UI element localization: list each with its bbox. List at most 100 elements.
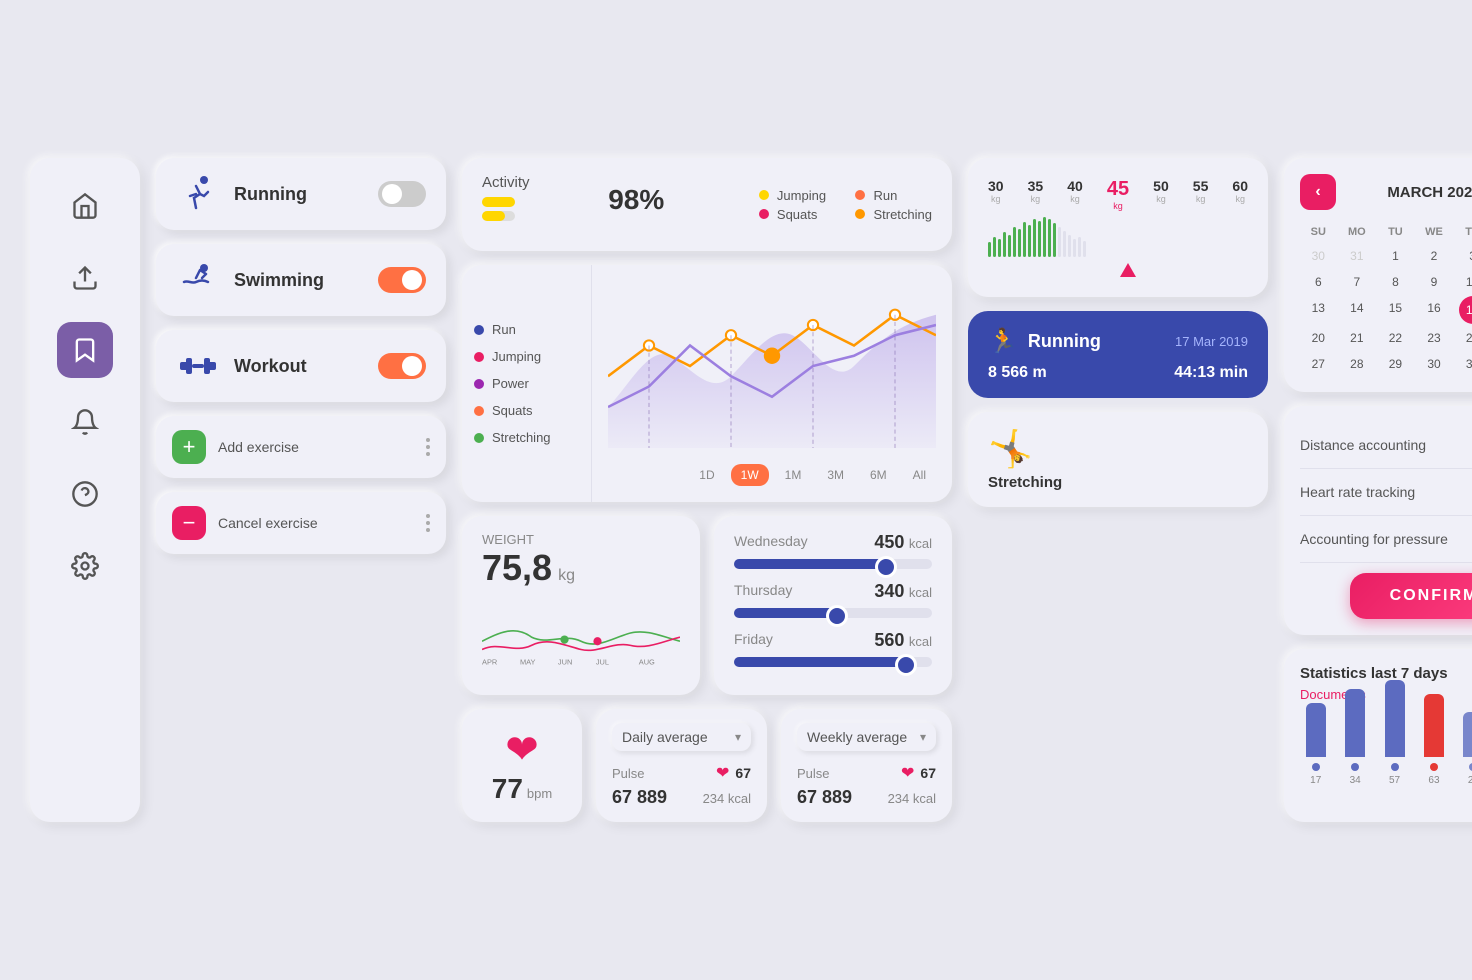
main-container: Running Swimming	[0, 128, 1472, 852]
daily-avg-select[interactable]: Daily average	[612, 723, 751, 751]
cancel-exercise-button[interactable]: −	[172, 506, 206, 540]
bottom-middle-row: WEIGHT 75,8 kg APR MAY JUN	[462, 516, 952, 695]
cal-day[interactable]: 31	[1339, 244, 1376, 268]
cancel-exercise-menu[interactable]	[426, 514, 430, 532]
cal-day[interactable]: 21	[1339, 326, 1376, 350]
add-exercise-menu[interactable]	[426, 438, 430, 456]
cal-day-today[interactable]: 17	[1459, 296, 1472, 324]
running-toggle[interactable]	[378, 181, 426, 207]
svg-text:JUL: JUL	[596, 657, 609, 666]
cal-day[interactable]: 20	[1300, 326, 1337, 350]
calendar-grid: SU MO TU WE TH FR SA 30 31 1 2 3 4 5 6 7…	[1300, 222, 1472, 376]
cal-day[interactable]: 2	[1416, 244, 1453, 268]
cal-day[interactable]: 15	[1377, 296, 1414, 324]
stats-card: Statistics last 7 days PDF Documents 17 …	[1284, 649, 1472, 822]
cal-day[interactable]: 30	[1300, 244, 1337, 268]
tab-all[interactable]: All	[903, 464, 936, 486]
line-chart-area: Run Jumping Power Squats Stretching	[462, 265, 952, 502]
tab-1m[interactable]: 1M	[775, 464, 812, 486]
svg-text:JUN: JUN	[558, 657, 572, 666]
bpm-value: 77	[492, 773, 523, 805]
cal-day[interactable]: 24	[1454, 326, 1472, 350]
sidebar-home-icon[interactable]	[57, 178, 113, 234]
svg-text:AUG: AUG	[639, 657, 655, 666]
calorie-wednesday: Wednesday 450 kcal	[734, 532, 932, 569]
bar-28: 28	[1458, 712, 1472, 786]
stats-bar-chart: 17 34 57 63	[1300, 716, 1472, 806]
tab-6m[interactable]: 6M	[860, 464, 897, 486]
activity-swimming: Swimming	[156, 244, 446, 316]
sidebar-bell-icon[interactable]	[57, 394, 113, 450]
cal-day[interactable]: 28	[1339, 352, 1376, 376]
cal-day[interactable]: 27	[1300, 352, 1337, 376]
swimming-toggle[interactable]	[378, 267, 426, 293]
cal-day[interactable]: 16	[1416, 296, 1453, 324]
cancel-exercise-label: Cancel exercise	[218, 515, 414, 531]
cal-day[interactable]: 10	[1454, 270, 1472, 294]
activity-percentage: 98%	[608, 184, 664, 216]
add-exercise-card: + Add exercise	[156, 416, 446, 478]
svg-text:MAY: MAY	[520, 657, 536, 666]
chart-legend-run: Run	[474, 322, 579, 337]
activity-panel-title: Activity	[482, 174, 530, 191]
weight-chart-unit: kg	[558, 567, 575, 585]
tab-3m[interactable]: 3M	[817, 464, 854, 486]
cal-day[interactable]: 13	[1300, 296, 1337, 324]
bar-17: 17	[1300, 703, 1331, 786]
legend-squats: Squats	[759, 207, 836, 222]
legend-jumping: Jumping	[759, 188, 836, 203]
add-exercise-button[interactable]: +	[172, 430, 206, 464]
stretching-icon: 🤸	[988, 428, 1062, 470]
tab-1w[interactable]: 1W	[731, 464, 769, 486]
legend-stretching: Stretching	[855, 207, 932, 222]
bpm-card: ❤ 77 bpm	[462, 709, 582, 822]
bar-57: 57	[1379, 680, 1410, 786]
running-time: 44:13 min	[1174, 364, 1248, 382]
running-activity-card: 🏃 Running 17 Mar 2019 8 566 m 44:13 min	[968, 311, 1268, 398]
cal-day[interactable]: 30	[1416, 352, 1453, 376]
running-distance: 8 566 m	[988, 364, 1047, 382]
cal-day[interactable]: 14	[1339, 296, 1376, 324]
running-date: 17 Mar 2019	[1175, 334, 1248, 349]
workout-toggle[interactable]	[378, 353, 426, 379]
tab-1d[interactable]: 1D	[689, 464, 724, 486]
chart-legend-squats: Squats	[474, 403, 579, 418]
cal-day[interactable]: 23	[1416, 326, 1453, 350]
stretching-name: Stretching	[988, 474, 1062, 491]
chart-legend-stretching: Stretching	[474, 430, 579, 445]
weekly-avg-select[interactable]: Weekly average	[797, 723, 936, 751]
stats-title: Statistics last 7 days	[1300, 665, 1448, 682]
chart-legend-power: Power	[474, 376, 579, 391]
swimming-icon	[176, 258, 220, 302]
bar-34: 34	[1339, 689, 1370, 786]
sidebar-bookmark-icon[interactable]	[57, 322, 113, 378]
cal-day[interactable]: 3	[1454, 244, 1472, 268]
add-exercise-label: Add exercise	[218, 439, 414, 455]
calendar-prev-button[interactable]: ‹	[1300, 174, 1336, 210]
cal-day[interactable]: 6	[1300, 270, 1337, 294]
activity-running: Running	[156, 158, 446, 230]
weight-chart-label: WEIGHT	[482, 532, 680, 547]
sidebar-upload-icon[interactable]	[57, 250, 113, 306]
sidebar-help-icon[interactable]	[57, 466, 113, 522]
workout-icon	[176, 344, 220, 388]
cal-day[interactable]: 9	[1416, 270, 1453, 294]
setting-pressure: Accounting for pressure	[1300, 516, 1472, 563]
line-chart: 1D 1W 1M 3M 6M All	[592, 265, 952, 502]
setting-distance: Distance accounting	[1300, 422, 1472, 469]
cal-day[interactable]: 1	[1377, 244, 1414, 268]
cal-day[interactable]: 22	[1377, 326, 1414, 350]
sidebar-settings-icon[interactable]	[57, 538, 113, 594]
calorie-friday: Friday 560 kcal	[734, 630, 932, 667]
daily-avg-card: Daily average Pulse ❤ 67 67 889 234 kcal	[596, 709, 767, 822]
cal-day[interactable]: 7	[1339, 270, 1376, 294]
cal-day[interactable]: 8	[1377, 270, 1414, 294]
calendar-card: ‹ MARCH 2020 › SU MO TU WE TH FR SA 30 3…	[1284, 158, 1472, 392]
cal-day[interactable]: 29	[1377, 352, 1414, 376]
confirm-button[interactable]: CONFIRM	[1350, 573, 1472, 619]
chart-legend: Run Jumping Power Squats Stretching	[462, 265, 592, 502]
cal-day[interactable]: 31	[1454, 352, 1472, 376]
running-icon	[176, 172, 220, 216]
weekly-avg-card: Weekly average Pulse ❤ 67 67 889 234 kca…	[781, 709, 952, 822]
time-tabs: 1D 1W 1M 3M 6M All	[608, 464, 936, 486]
